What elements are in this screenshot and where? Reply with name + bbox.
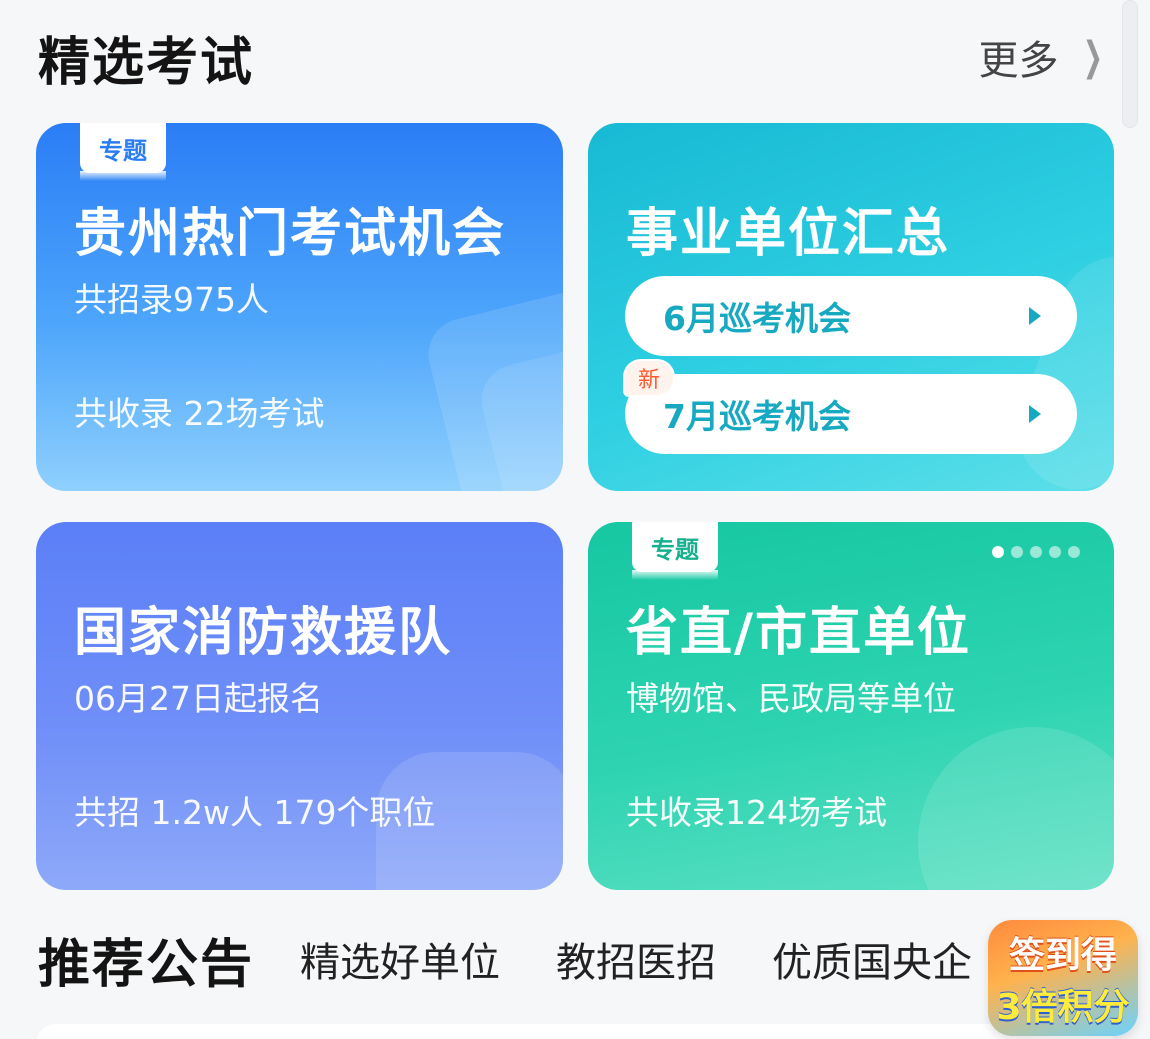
card-title: 贵州热门考试机会 [74, 204, 507, 264]
card-fire-rescue[interactable]: 国家消防救援队 06月27日起报名 共招 1.2w人 179个职位 [36, 522, 563, 890]
badge-line-2: 3倍积分 [996, 987, 1130, 1028]
section-title: 精选考试 [38, 32, 255, 93]
card-subtitle: 共招录975人 [74, 280, 269, 319]
june-exams-link[interactable]: 6月巡考机会 [625, 276, 1077, 356]
more-label: 更多 [978, 38, 1059, 84]
link-label: 6月巡考机会 [663, 299, 851, 338]
carousel-dot[interactable] [1049, 546, 1061, 558]
card-decoration [918, 727, 1114, 890]
card-footer: 共招 1.2w人 179个职位 [74, 793, 436, 832]
announcement-card[interactable] [36, 1024, 1114, 1039]
card-footer: 共收录 22场考试 [74, 394, 325, 433]
card-footer: 共收录124场考试 [626, 793, 887, 832]
new-badge: 新 [625, 361, 673, 395]
tab-good-units[interactable]: 精选好单位 [300, 930, 500, 988]
card-public-institutions[interactable]: 事业单位汇总 6月巡考机会 7月巡考机会 新 [588, 123, 1114, 491]
checkin-reward-badge[interactable]: 签到得 3倍积分 [988, 920, 1138, 1036]
selected-exams-header: 精选考试 更多 ❯ [38, 22, 1110, 93]
card-title: 省直/市直单位 [626, 603, 971, 663]
card-subtitle: 06月27日起报名 [74, 679, 323, 718]
tab-teacher-medical[interactable]: 教招医招 [556, 930, 716, 988]
card-title: 事业单位汇总 [626, 204, 951, 264]
link-label: 7月巡考机会 [663, 397, 851, 436]
carousel-dot[interactable] [992, 546, 1004, 558]
card-guizhou-exams[interactable]: 专题 贵州热门考试机会 共招录975人 共收录 22场考试 [36, 123, 563, 491]
card-subtitle: 博物馆、民政局等单位 [626, 679, 956, 718]
recommend-title: 推荐公告 [38, 934, 255, 995]
badge-line-1: 签到得 [1008, 935, 1117, 976]
carousel-dot[interactable] [1011, 546, 1023, 558]
scrollbar-thumb[interactable] [1122, 0, 1138, 128]
play-arrow-icon [1029, 307, 1041, 325]
carousel-dot[interactable] [1030, 546, 1042, 558]
play-arrow-icon [1029, 405, 1041, 423]
carousel-dots [992, 546, 1080, 558]
recommend-header: 推荐公告 精选好单位 教招医招 优质国央企 [38, 924, 1150, 995]
chevron-right-icon: ❯ [1083, 34, 1104, 80]
july-exams-link[interactable]: 7月巡考机会 [625, 374, 1077, 454]
tab-state-enterprises[interactable]: 优质国央企 [772, 930, 972, 988]
card-title: 国家消防救援队 [74, 603, 453, 663]
carousel-dot[interactable] [1068, 546, 1080, 558]
topic-tag: 专题 [632, 522, 718, 580]
topic-tag: 专题 [80, 123, 166, 181]
more-link[interactable]: 更多 ❯ [978, 28, 1110, 86]
card-provincial-units[interactable]: 专题 省直/市直单位 博物馆、民政局等单位 共收录124场考试 [588, 522, 1114, 890]
